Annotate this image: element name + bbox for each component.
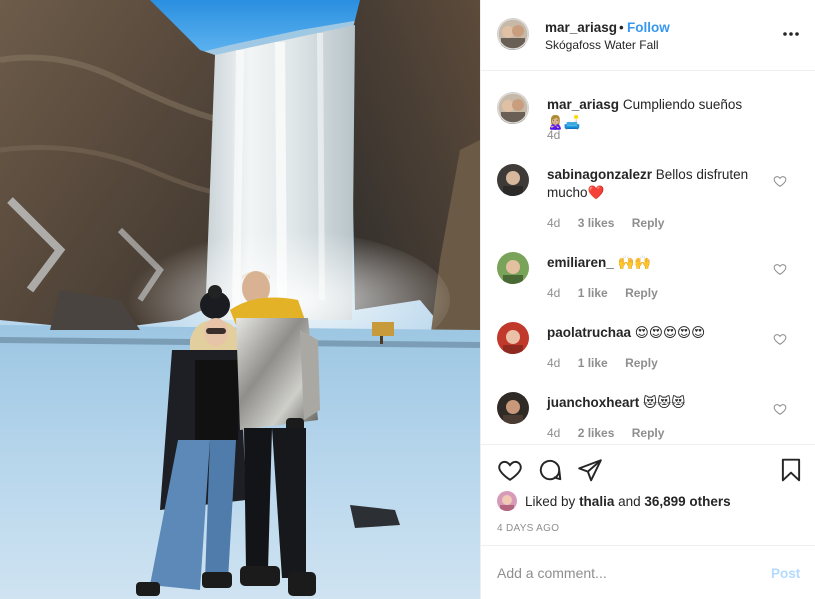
share-icon[interactable] bbox=[577, 457, 603, 483]
comment-like-icon[interactable] bbox=[773, 262, 787, 276]
more-horizontal-icon[interactable] bbox=[781, 24, 801, 44]
comment-username[interactable]: emiliaren_ bbox=[547, 255, 614, 270]
location-link[interactable]: Skógafoss Water Fall bbox=[545, 38, 659, 52]
post-time[interactable]: 4 DAYS AGO bbox=[497, 523, 559, 534]
liker-avatar[interactable] bbox=[497, 491, 517, 511]
caption-avatar[interactable] bbox=[497, 92, 529, 124]
comment-emoji: 😻😻😻 bbox=[643, 395, 686, 411]
comment-meta: 4d 1 like Reply bbox=[547, 286, 672, 300]
comment-username[interactable]: sabinagonzalezr bbox=[547, 167, 652, 182]
caption-time[interactable]: 4d bbox=[547, 128, 560, 142]
commenter-avatar[interactable] bbox=[497, 322, 529, 354]
reply-button[interactable]: Reply bbox=[625, 356, 658, 370]
comment-text: juanchoxheart 😻😻😻 bbox=[547, 394, 769, 412]
comment-likes[interactable]: 1 like bbox=[578, 286, 608, 300]
post-header: mar_ariasg • Follow Skógafoss Water Fall bbox=[481, 0, 815, 71]
comment-text: sabinagonzalezr Bellos disfruten mucho❤️ bbox=[547, 166, 769, 202]
post-side-panel: mar_ariasg • Follow Skógafoss Water Fall bbox=[480, 0, 815, 599]
comment-input[interactable] bbox=[497, 562, 757, 584]
comment-text: paolatruchaa 😍😍😍😍😍 bbox=[547, 324, 769, 342]
caption-text: mar_ariasg Cumpliendo sueños 🙎🏼‍♀️🛋️ bbox=[547, 96, 769, 132]
follow-button[interactable]: Follow bbox=[627, 20, 670, 35]
separator-dot: • bbox=[619, 20, 624, 35]
comment-emoji: ❤️ bbox=[587, 185, 605, 201]
caption-username[interactable]: mar_ariasg bbox=[547, 97, 619, 112]
comments-list[interactable]: mar_ariasg Cumpliendo sueños 🙎🏼‍♀️🛋️ 4d … bbox=[481, 72, 815, 444]
liked-by-connector: and bbox=[618, 494, 641, 509]
comment-time[interactable]: 4d bbox=[547, 216, 560, 230]
comment-emoji: 🙌🙌 bbox=[617, 255, 652, 271]
commenter-avatar[interactable] bbox=[497, 164, 529, 196]
post-button[interactable]: Post bbox=[771, 566, 800, 581]
comment-likes[interactable]: 1 like bbox=[578, 356, 608, 370]
comment-emoji: 😍😍😍😍😍 bbox=[634, 325, 706, 341]
author-avatar[interactable] bbox=[497, 18, 529, 50]
liked-by-user[interactable]: thalia bbox=[579, 494, 614, 509]
like-count[interactable]: 36,899 others bbox=[644, 494, 730, 509]
bookmark-icon[interactable] bbox=[778, 457, 804, 483]
comment-like-icon[interactable] bbox=[773, 332, 787, 346]
comment-meta: 4d 2 likes Reply bbox=[547, 426, 678, 440]
comment-icon[interactable] bbox=[537, 457, 563, 483]
comment-like-icon[interactable] bbox=[773, 402, 787, 416]
instagram-post: mar_ariasg • Follow Skógafoss Water Fall bbox=[0, 0, 815, 599]
waterfall-photo bbox=[0, 0, 480, 599]
reply-button[interactable]: Reply bbox=[632, 216, 665, 230]
comment-meta: 4d 3 likes Reply bbox=[547, 216, 678, 230]
post-photo[interactable] bbox=[0, 0, 480, 599]
commenter-avatar[interactable] bbox=[497, 392, 529, 424]
heart-icon[interactable] bbox=[497, 457, 523, 483]
comment-likes[interactable]: 2 likes bbox=[578, 426, 615, 440]
reply-button[interactable]: Reply bbox=[632, 426, 665, 440]
comment-text: emiliaren_ 🙌🙌 bbox=[547, 254, 769, 272]
author-username[interactable]: mar_ariasg bbox=[545, 20, 617, 35]
add-comment-bar: Post bbox=[481, 545, 815, 599]
comment-username[interactable]: paolatruchaa bbox=[547, 325, 631, 340]
commenter-avatar[interactable] bbox=[497, 252, 529, 284]
comment-like-icon[interactable] bbox=[773, 174, 787, 188]
comment-username[interactable]: juanchoxheart bbox=[547, 395, 639, 410]
comment-meta: 4d 1 like Reply bbox=[547, 356, 672, 370]
liked-by-text: Liked by thalia and 36,899 others bbox=[525, 494, 731, 509]
post-actions: Liked by thalia and 36,899 others 4 DAYS… bbox=[481, 444, 815, 544]
caption-body: Cumpliendo sueños bbox=[622, 97, 743, 112]
comment-time[interactable]: 4d bbox=[547, 356, 560, 370]
liked-by-prefix: Liked by bbox=[525, 494, 576, 509]
comment-likes[interactable]: 3 likes bbox=[578, 216, 615, 230]
caption-meta: 4d bbox=[547, 128, 574, 142]
comment-time[interactable]: 4d bbox=[547, 426, 560, 440]
comment-time[interactable]: 4d bbox=[547, 286, 560, 300]
reply-button[interactable]: Reply bbox=[625, 286, 658, 300]
